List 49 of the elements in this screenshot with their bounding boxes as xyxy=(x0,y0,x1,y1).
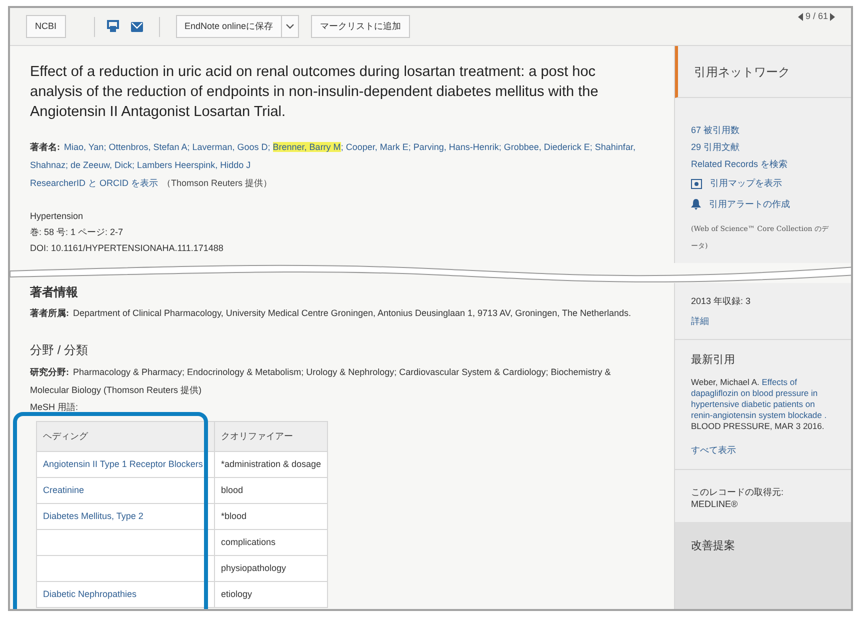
add-to-marked-list-button[interactable]: マークリストに追加 xyxy=(311,14,410,38)
source-database: MEDLINE® xyxy=(691,498,739,510)
article-title: Effect of a reduction in uric acid on renal outcomes during losartan treatment: a post hoc analysis of the reduction of endpoints in non-insulin-dependent diabetes mellitus with the Angiotensin II Antagonist Losartan Trial. xyxy=(30,63,600,122)
citation-link[interactable]: 67 被引用数 xyxy=(691,122,835,139)
table-cell: physiopathology xyxy=(214,556,328,582)
provider-note: （Thomson Reuters 提供） xyxy=(162,177,272,190)
section-heading: 著者情報 xyxy=(30,284,79,301)
print-icon[interactable] xyxy=(106,20,119,33)
caret-icon xyxy=(286,24,294,29)
source-info: Hypertension xyxy=(30,210,84,223)
next-arrow-icon[interactable] xyxy=(830,12,835,21)
save-dropdown[interactable]: EndNote onlineに保存 xyxy=(176,14,300,38)
table-cell: blood xyxy=(214,478,328,504)
researcher-link[interactable]: ResearcherID と ORCID を表示 xyxy=(30,174,158,192)
heading-link[interactable]: Creatinine xyxy=(36,478,214,504)
mesh-label: MeSH 用語: xyxy=(30,401,80,414)
table-cell: *administration & dosage xyxy=(214,452,328,478)
column-header: ヘディング xyxy=(36,422,214,452)
bell-icon xyxy=(691,199,701,210)
citation-alert-link[interactable]: 引用アラートの作成 xyxy=(709,196,790,213)
details-link[interactable]: 詳細 xyxy=(691,311,835,331)
heading-link[interactable]: Diabetes Mellitus, Type 2 xyxy=(36,504,214,530)
source-info: 巻: 58 号: 1 ページ: 2-7 xyxy=(30,226,124,239)
citation-text: Weber, Michael A. Effects of dapagliflozin on blood pressure in hypertensive diabetic patients on renin-angiotensin system blockade . BLOOD PRESSURE, MAR 3 2016. xyxy=(691,376,828,432)
author-list: 著者名: Miao, Yan; Ottenbros, Stefan A; Laverman, Goos D; Brenner, Barry M; Cooper, Mark E; Parving, Hans-Henrik; Grobbee, Diederick E; Shahinfar, Shahnaz; de Zeeuw, Dick; Lambers Heerspink, Hiddo J xyxy=(30,138,654,174)
panel-heading: 最新引用 xyxy=(691,352,736,368)
panel-heading: 改善提案 xyxy=(691,538,736,554)
year-info: 2013 年収録: 3 xyxy=(691,295,752,308)
citation-link[interactable]: 29 引用文献 xyxy=(691,139,835,156)
mail-icon[interactable] xyxy=(130,22,143,32)
table-cell: etiology xyxy=(214,582,328,608)
source-label: このレコードの取得元: xyxy=(691,486,785,498)
table-cell: *blood xyxy=(214,504,328,530)
page-counter: 9 / 61 xyxy=(805,10,828,23)
heading-link[interactable]: Angiotensin II Type 1 Receptor Blockers xyxy=(36,452,214,478)
affiliation-text: 著者所属: Department of Clinical Pharmacology, University Medical Centre Groningen, Antonius Deusinglaan 1, 9713 AV, Groningen, The Netherlands. xyxy=(30,307,632,320)
column-header: クオリファイアー xyxy=(214,422,328,452)
show-all-link[interactable]: すべて表示 xyxy=(691,444,835,457)
table-cell: complications xyxy=(214,530,328,556)
citation-link[interactable]: Related Records を検索 xyxy=(691,156,835,173)
heading-link[interactable]: Diabetic Nephropathies xyxy=(36,582,214,608)
map-icon xyxy=(691,178,702,188)
source-info: DOI: 10.1161/HYPERTENSIONAHA.111.171488 xyxy=(30,242,224,255)
section-heading: 分野 / 分類 xyxy=(30,342,90,359)
ncbi-button[interactable]: NCBI xyxy=(26,14,66,38)
research-area-text: 研究分野: Pharmacology & Pharmacy; Endocrinology & Metabolism; Urology & Nephrology; Cardiovascular System & Cardiology; Biochemistry & Molecular Biology (Thomson Reuters 提供) xyxy=(30,366,612,397)
panel-heading: 引用ネットワーク xyxy=(675,46,851,98)
previous-arrow-icon[interactable] xyxy=(798,12,804,21)
citation-map-link[interactable]: 引用マップを表示 xyxy=(710,175,782,192)
